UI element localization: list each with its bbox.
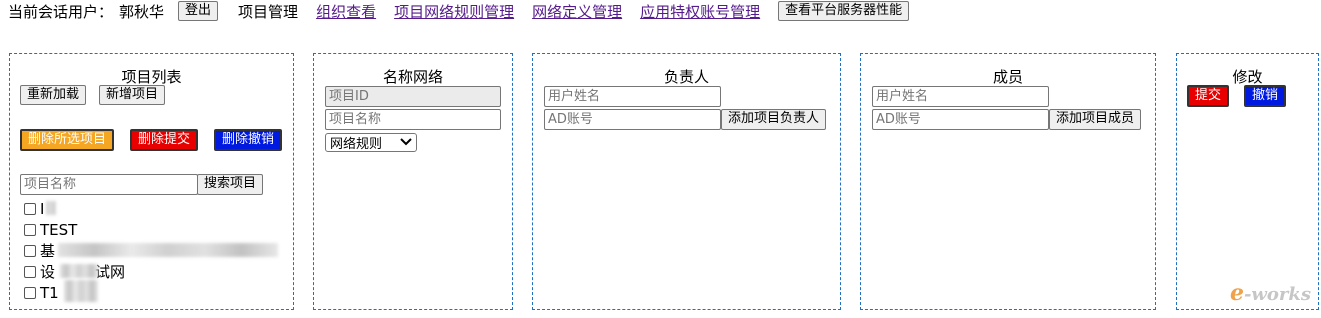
- delete-submit-button[interactable]: 删除提交: [130, 129, 199, 151]
- redaction-blur: [60, 264, 98, 278]
- member-username-field[interactable]: [872, 86, 1049, 107]
- delete-selected-button[interactable]: 删除所选项目: [20, 129, 115, 151]
- owner-username-field[interactable]: [544, 86, 721, 107]
- add-project-button[interactable]: 新增项目: [99, 85, 166, 105]
- checkbox[interactable]: [24, 202, 36, 215]
- project-network-rule-link[interactable]: 项目网络规则管理: [394, 1, 514, 22]
- list-item[interactable]: T1: [24, 280, 279, 303]
- list-item[interactable]: I: [24, 198, 279, 219]
- redaction-blur: [46, 201, 56, 215]
- network-definition-link[interactable]: 网络定义管理: [532, 1, 622, 22]
- members-panel: 成员 添加项目成员: [860, 53, 1156, 310]
- project-id-field[interactable]: [325, 86, 501, 107]
- eworks-watermark-logo: e-works: [1229, 280, 1311, 306]
- network-name-panel: 名称网络 网络规则: [313, 53, 513, 310]
- project-name-field[interactable]: [325, 109, 501, 130]
- owner-ad-field[interactable]: [544, 109, 721, 130]
- reload-button[interactable]: 重新加载: [20, 85, 87, 105]
- project-name: I: [40, 199, 45, 218]
- app-privileged-account-link[interactable]: 应用特权账号管理: [640, 1, 760, 22]
- list-item[interactable]: 设 试网: [24, 261, 279, 282]
- project-search-input[interactable]: [20, 174, 198, 195]
- project-manage-text: 项目管理: [238, 2, 299, 21]
- redaction-blur: [58, 243, 278, 257]
- cancel-button[interactable]: 撤销: [1244, 85, 1287, 107]
- checkbox[interactable]: [24, 223, 36, 236]
- panel-title: 成员: [992, 68, 1023, 86]
- checkbox[interactable]: [24, 286, 36, 299]
- add-member-button[interactable]: 添加项目成员: [1049, 109, 1142, 130]
- owner-panel: 负责人 添加项目负责人: [532, 53, 841, 310]
- checkbox[interactable]: [24, 244, 36, 257]
- panel-title: 名称网络: [382, 68, 443, 86]
- checkbox[interactable]: [24, 265, 36, 278]
- submit-button[interactable]: 提交: [1187, 85, 1230, 107]
- panel-title: 项目列表: [121, 68, 182, 86]
- project-name: T1: [40, 283, 59, 302]
- project-name: 设: [40, 263, 56, 281]
- project-list-panel: 项目列表 重新加载 新增项目 删除所选项目 删除提交 删除撤销 搜索项目 I T…: [9, 53, 294, 310]
- search-project-button[interactable]: 搜索项目: [197, 174, 264, 195]
- logout-button[interactable]: 登出: [178, 1, 219, 21]
- project-name: 基: [40, 242, 56, 260]
- redaction-blur: [64, 280, 98, 302]
- session-user-name: 郭秋华: [119, 2, 165, 21]
- project-name: TEST: [40, 220, 78, 239]
- project-list: I TEST 基 设 试网 T1: [24, 198, 279, 303]
- delete-cancel-button[interactable]: 删除撤销: [214, 129, 283, 151]
- server-performance-button[interactable]: 查看平台服务器性能: [778, 1, 910, 21]
- panel-title: 修改: [1232, 68, 1263, 86]
- org-view-link[interactable]: 组织查看: [316, 1, 376, 22]
- member-ad-field[interactable]: [872, 109, 1049, 130]
- top-bar: 当前会话用户： 郭秋华 登出 项目管理 组织查看 项目网络规则管理 网络定义管理…: [8, 0, 910, 22]
- session-user-label: 当前会话用户：: [8, 2, 114, 21]
- select-value: 网络规则: [330, 137, 383, 152]
- project-name-suffix: 试网: [95, 263, 126, 281]
- panel-title: 负责人: [663, 68, 709, 86]
- list-item[interactable]: TEST: [24, 219, 279, 240]
- add-owner-button[interactable]: 添加项目负责人: [721, 109, 827, 130]
- modify-panel: 修改 提交 撤销: [1176, 53, 1319, 310]
- chevron-down-icon: [400, 135, 412, 150]
- network-rule-select[interactable]: 网络规则: [325, 133, 417, 152]
- list-item[interactable]: 基: [24, 240, 279, 261]
